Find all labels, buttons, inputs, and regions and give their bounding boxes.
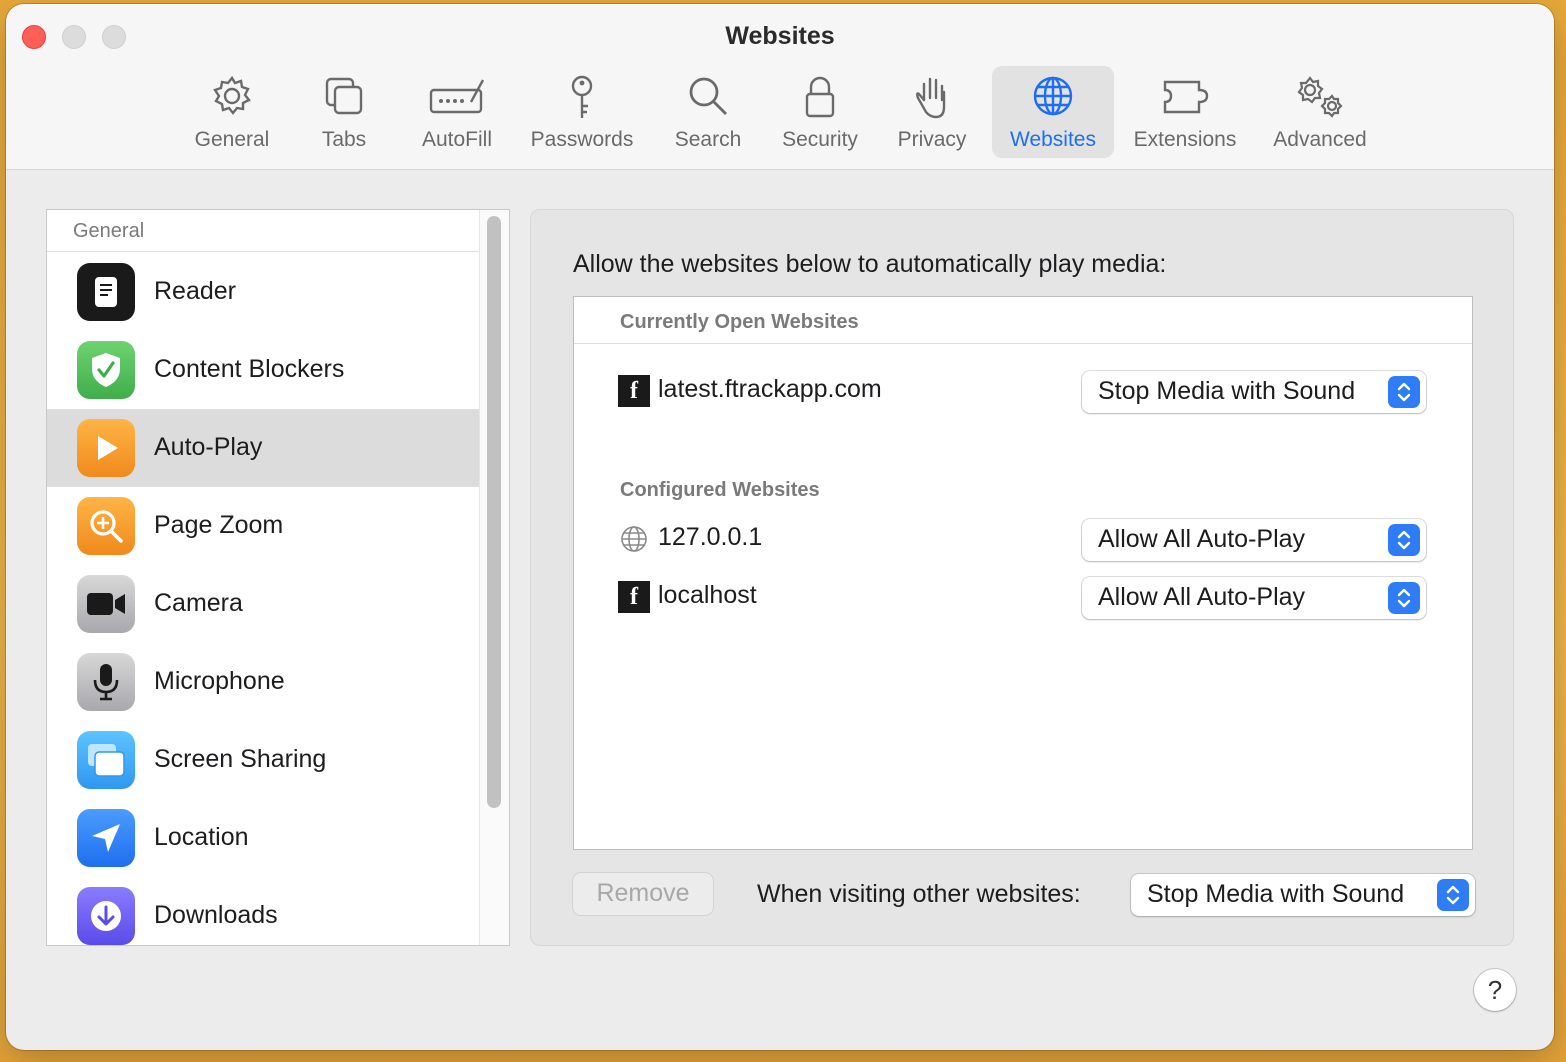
tab-passwords[interactable]: Passwords [520, 66, 644, 158]
sidebar-scrollbar-thumb[interactable] [487, 216, 501, 808]
popup-value: Stop Media with Sound [1098, 377, 1356, 405]
gears-icon [1297, 76, 1343, 118]
sidebar-item-label: Page Zoom [154, 511, 284, 539]
hand-icon [916, 77, 946, 119]
sidebar: General Reader Content Blockers Auto-Pla… [46, 209, 510, 946]
configured-websites-header: Configured Websites [620, 479, 820, 501]
window-title: Websites [725, 22, 835, 50]
preferences-window: Websites General Tabs AutoFill Passwords… [6, 4, 1554, 1050]
chevron-up-down-icon [1437, 879, 1469, 911]
autofill-icon [429, 79, 485, 114]
sidebar-item-reader[interactable]: Reader [47, 253, 480, 331]
tab-tabs-label: Tabs [321, 128, 367, 151]
tab-general[interactable]: General [182, 66, 282, 158]
sidebar-item-page-zoom[interactable]: Page Zoom [47, 487, 480, 565]
tab-privacy-label: Privacy [897, 128, 967, 151]
sidebar-scrollbar[interactable] [479, 210, 509, 945]
tab-security[interactable]: Security [772, 66, 868, 158]
website-setting-popup[interactable]: Allow All Auto-Play [1082, 519, 1426, 561]
sidebar-item-content-blockers[interactable]: Content Blockers [47, 331, 480, 409]
puzzle-icon [1163, 80, 1209, 114]
tab-general-label: General [194, 128, 270, 151]
tab-passwords-label: Passwords [530, 128, 634, 151]
website-name: localhost [658, 581, 757, 609]
tab-search[interactable]: Search [660, 66, 756, 158]
other-websites-label: When visiting other websites: [757, 880, 1081, 908]
tabs-icon [325, 77, 363, 115]
popup-value: Stop Media with Sound [1147, 880, 1405, 908]
f-favicon-icon: f [618, 375, 650, 407]
f-favicon-icon: f [618, 581, 650, 613]
sidebar-item-label: Microphone [154, 667, 285, 695]
tab-privacy[interactable]: Privacy [884, 66, 980, 158]
popup-value: Allow All Auto-Play [1098, 525, 1306, 553]
shield-check-icon [77, 341, 135, 399]
sidebar-item-location[interactable]: Location [47, 799, 480, 877]
websites-table: Currently Open Websites f latest.ftracka… [573, 296, 1473, 850]
chevron-up-down-icon [1388, 524, 1420, 556]
play-icon [77, 419, 135, 477]
globe-icon [618, 523, 650, 555]
preferences-toolbar: General Tabs AutoFill Passwords Search S… [6, 66, 1554, 166]
tab-websites-label: Websites [1010, 128, 1096, 151]
remove-button[interactable]: Remove [573, 873, 713, 915]
gear-icon [213, 75, 251, 115]
tab-extensions[interactable]: Extensions [1126, 66, 1244, 158]
sidebar-item-screen-sharing[interactable]: Screen Sharing [47, 721, 480, 799]
reader-icon [77, 263, 135, 321]
tab-autofill-label: AutoFill [421, 128, 493, 151]
sidebar-item-downloads[interactable]: Downloads [47, 877, 480, 945]
website-setting-popup[interactable]: Allow All Auto-Play [1082, 577, 1426, 619]
tab-websites[interactable]: Websites [992, 66, 1114, 158]
chevron-up-down-icon [1388, 376, 1420, 408]
sidebar-item-label: Downloads [154, 901, 278, 929]
tab-security-label: Security [782, 128, 858, 151]
sidebar-item-label: Screen Sharing [154, 745, 327, 773]
sidebar-item-camera[interactable]: Camera [47, 565, 480, 643]
panel-title: Allow the websites below to automaticall… [573, 250, 1167, 278]
lock-icon [805, 76, 835, 118]
tab-advanced[interactable]: Advanced [1260, 66, 1380, 158]
website-name: 127.0.0.1 [658, 523, 763, 551]
magnifier-icon [689, 77, 727, 115]
open-websites-header: Currently Open Websites [620, 311, 859, 333]
microphone-icon [77, 653, 135, 711]
tab-extensions-label: Extensions [1133, 128, 1237, 151]
sidebar-item-label: Camera [154, 589, 243, 617]
download-icon [77, 887, 135, 945]
tab-search-label: Search [674, 128, 742, 151]
sidebar-item-label: Reader [154, 277, 236, 305]
tab-advanced-label: Advanced [1273, 128, 1367, 151]
zoom-icon [77, 497, 135, 555]
other-websites-popup[interactable]: Stop Media with Sound [1131, 874, 1475, 916]
header-divider [574, 343, 1472, 344]
tab-tabs[interactable]: Tabs [296, 66, 392, 158]
sidebar-item-auto-play[interactable]: Auto-Play [47, 409, 480, 487]
globe-icon [1033, 76, 1073, 116]
popup-value: Allow All Auto-Play [1098, 583, 1306, 611]
auto-play-panel: Allow the websites below to automaticall… [530, 209, 1514, 946]
location-arrow-icon [77, 809, 135, 867]
chevron-up-down-icon [1388, 582, 1420, 614]
sidebar-item-label: Location [154, 823, 249, 851]
title-bar: Websites General Tabs AutoFill Passwords… [6, 4, 1554, 170]
key-icon [571, 75, 593, 118]
website-name: latest.ftrackapp.com [658, 375, 882, 403]
help-button[interactable]: ? [1474, 969, 1516, 1011]
sidebar-header: General [47, 210, 480, 252]
screen-sharing-icon [77, 731, 135, 789]
sidebar-item-label: Auto-Play [154, 433, 263, 461]
website-setting-popup[interactable]: Stop Media with Sound [1082, 371, 1426, 413]
tab-autofill[interactable]: AutoFill [408, 66, 506, 158]
camera-icon [77, 575, 135, 633]
sidebar-item-label: Content Blockers [154, 355, 345, 383]
sidebar-item-microphone[interactable]: Microphone [47, 643, 480, 721]
